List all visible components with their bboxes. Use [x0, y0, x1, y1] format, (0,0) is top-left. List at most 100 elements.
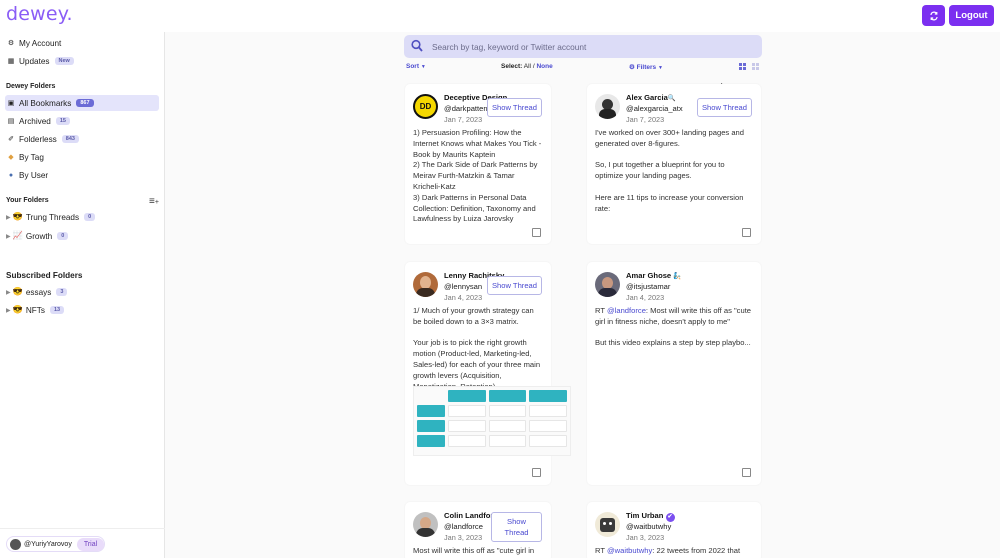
- select-none-link[interactable]: None: [536, 63, 552, 70]
- author-handle: @landforce: [444, 522, 483, 531]
- new-badge: New: [54, 57, 74, 65]
- folder-item-nfts[interactable]: ▶ 😎 NFTs 13: [6, 302, 65, 318]
- chevron-down-icon: ▼: [657, 65, 663, 71]
- tweet-date: Jan 7, 2023: [626, 115, 665, 124]
- sidebar-item-all-bookmarks[interactable]: ▣ All Bookmarks 867: [6, 95, 94, 111]
- your-folders-heading: Your Folders: [6, 197, 49, 204]
- mention-link[interactable]: @landforce: [607, 306, 646, 315]
- refresh-icon: [929, 11, 938, 20]
- user-icon: ●: [8, 171, 14, 179]
- count-badge: 867: [76, 99, 94, 107]
- author-handle: @lennysan: [444, 282, 483, 291]
- count-badge: 0: [57, 232, 69, 240]
- tweet-image[interactable]: [413, 386, 571, 456]
- count-badge: 13: [49, 306, 65, 314]
- filter-icon: ⚙: [629, 64, 635, 71]
- verified-icon: ✔: [665, 513, 675, 522]
- folder-item-trung-threads[interactable]: ▶ 😎 Trung Threads 0: [6, 209, 96, 225]
- author-name: Alex Garcia🔍: [626, 93, 676, 102]
- filters-dropdown[interactable]: ⚙ Filters ▼: [629, 63, 663, 71]
- show-thread-button[interactable]: Show Thread: [491, 512, 542, 542]
- tweet-text: 1/ Much of your growth strategy can be b…: [413, 306, 541, 391]
- newspaper-icon: ▦: [7, 58, 15, 65]
- author-handle: @itsjustamar: [626, 282, 671, 291]
- sidebar-item-archived[interactable]: ▤ Archived 15: [6, 113, 70, 129]
- folder-item-growth[interactable]: ▶ 📈 Growth 0: [6, 228, 69, 244]
- grid-view-icon[interactable]: [739, 63, 746, 70]
- user-account-pill[interactable]: @YuriyYarovoy Trial: [6, 536, 106, 552]
- bookmark-icon: ▣: [7, 100, 15, 107]
- tweet-date: Jan 3, 2023: [626, 533, 665, 542]
- select-all-link[interactable]: All: [524, 63, 531, 70]
- show-thread-button[interactable]: Show Thread: [696, 98, 752, 117]
- tweet-date: Jan 4, 2023: [626, 293, 665, 302]
- show-thread-button[interactable]: Show Thread: [486, 98, 542, 117]
- select-checkbox[interactable]: [742, 228, 751, 237]
- tag-icon: ◆: [8, 154, 14, 161]
- refresh-button[interactable]: [922, 5, 945, 26]
- bookmark-card[interactable]: Alex Garcia🔍 @alexgarcia_atx Jan 7, 2023…: [587, 84, 761, 244]
- subscribed-folders-heading: Subscribed Folders: [6, 271, 83, 280]
- sidebar-item-folderless[interactable]: ✐ Folderless 843: [6, 131, 79, 147]
- caret-right-icon[interactable]: ▶: [6, 214, 11, 221]
- logout-button[interactable]: Logout: [949, 5, 994, 26]
- tweet-text: Most will write this off as "cute girl i…: [413, 546, 535, 558]
- avatar: [413, 272, 438, 297]
- author-name: Amar Ghose 🧞: [626, 271, 682, 280]
- sidebar-item-by-user[interactable]: ● By User: [6, 167, 48, 183]
- tweet-text: 1) Persuasion Profiling: How the Interne…: [413, 128, 542, 224]
- count-badge: 3: [56, 288, 68, 296]
- tweet-text: RT @waitbutwhy: 22 tweets from 2022 that: [595, 546, 741, 555]
- author-name: Tim Urban ✔: [626, 511, 675, 522]
- bookmark-card[interactable]: Lenny Rachitsky @lennysan Jan 4, 2023 Sh…: [405, 262, 571, 485]
- select-checkbox[interactable]: [742, 468, 751, 477]
- user-handle: @YuriyYarovoy: [24, 540, 72, 548]
- dewey-folders-heading: Dewey Folders: [6, 83, 56, 90]
- search-icon: [411, 39, 423, 52]
- gear-icon: ⚙: [7, 40, 15, 47]
- sidebar-item-my-account[interactable]: ⚙ My Account: [6, 35, 61, 51]
- tweet-date: Jan 4, 2023: [444, 293, 483, 302]
- add-folder-icon[interactable]: ≡+: [149, 196, 159, 207]
- list-view-icon[interactable]: [752, 63, 759, 70]
- avatar: DD: [413, 94, 438, 119]
- caret-right-icon[interactable]: ▶: [6, 233, 11, 240]
- author-handle: @waitbutwhy: [626, 522, 672, 531]
- magnifier-emoji-icon: 🔍: [667, 95, 676, 102]
- tweet-date: Jan 7, 2023: [444, 115, 483, 124]
- tweet-date: Jan 3, 2023: [444, 533, 483, 542]
- bookmark-card[interactable]: Colin Landforce ⚒️ @landforce Jan 3, 202…: [405, 502, 551, 558]
- app-logo[interactable]: dewey.: [6, 3, 73, 25]
- avatar: [413, 512, 438, 537]
- archive-icon: ▤: [7, 118, 15, 125]
- bookmark-card[interactable]: DD Deceptive Design @darkpatterns Jan 7,…: [405, 84, 551, 244]
- tweet-text: RT @landforce: Most will write this off …: [595, 306, 752, 348]
- avatar: [595, 94, 620, 119]
- caret-right-icon[interactable]: ▶: [6, 289, 11, 296]
- count-badge: 0: [84, 213, 96, 221]
- folder-item-essays[interactable]: ▶ 😎 essays 3: [6, 284, 68, 300]
- trial-badge: Trial: [76, 537, 105, 551]
- mention-link[interactable]: @waitbutwhy: [607, 546, 652, 555]
- top-bar: dewey. Logout: [0, 0, 1000, 32]
- tweet-text: I've worked on over 300+ landing pages a…: [595, 128, 745, 213]
- divider: [0, 528, 165, 529]
- select-checkbox[interactable]: [532, 228, 541, 237]
- avatar: [595, 272, 620, 297]
- count-badge: 843: [61, 135, 79, 143]
- search-input[interactable]: [432, 38, 752, 55]
- select-controls: Select: All / None: [501, 63, 553, 70]
- sidebar: ⚙ My Account ▦ Updates New Dewey Folders ▣ A…: [0, 32, 165, 558]
- bookmark-card[interactable]: Amar Ghose 🧞 @itsjustamar Jan 4, 2023 RT…: [587, 262, 761, 485]
- view-toggle: [739, 63, 759, 70]
- sidebar-item-updates[interactable]: ▦ Updates New: [6, 53, 74, 69]
- sort-dropdown[interactable]: Sort ▼: [406, 63, 426, 70]
- caret-right-icon[interactable]: ▶: [6, 307, 11, 314]
- select-checkbox[interactable]: [532, 468, 541, 477]
- folderless-icon: ✐: [8, 136, 14, 143]
- avatar: [10, 538, 21, 550]
- show-thread-button[interactable]: Show Thread: [486, 276, 542, 295]
- search-bar: [404, 35, 762, 58]
- bookmark-card[interactable]: Tim Urban ✔ @waitbutwhy Jan 3, 2023 RT @…: [587, 502, 761, 558]
- sidebar-item-by-tag[interactable]: ◆ By Tag: [6, 149, 44, 165]
